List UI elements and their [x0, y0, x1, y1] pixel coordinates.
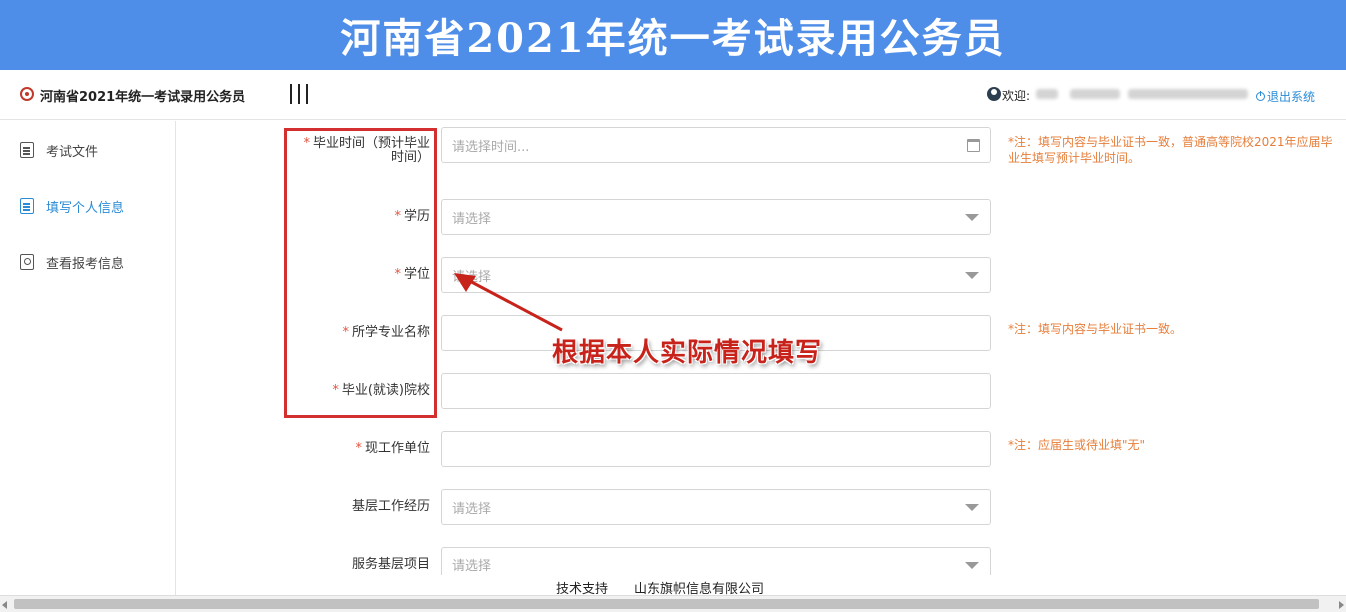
- power-icon: [1256, 91, 1265, 101]
- menu-bar-icon: [306, 84, 308, 104]
- document-icon: [20, 142, 34, 158]
- sidebar: 考试文件 填写个人信息 查看报考信息: [0, 121, 176, 595]
- select-value: 请选择: [452, 559, 492, 574]
- education-select[interactable]: 请选择: [441, 199, 991, 235]
- highlight-box: [284, 128, 437, 418]
- chevron-down-icon: [965, 214, 979, 221]
- view-info-icon: [20, 254, 34, 270]
- annotation-arrow-icon: [454, 273, 563, 332]
- graduation-note: *注：填写内容与毕业证书一致，普通高等院校2021年应届毕业生填写预计毕业时间。: [1008, 135, 1333, 165]
- redacted-user-info: [1036, 89, 1058, 99]
- sidebar-item-exam-documents[interactable]: 考试文件: [20, 139, 98, 161]
- redacted-user-info: [1070, 89, 1120, 99]
- app-title: 河南省2021年统一考试录用公务员: [40, 90, 246, 105]
- select-value: 请选择: [452, 501, 492, 517]
- scroll-left-icon[interactable]: [2, 601, 7, 609]
- select-value: 请选择: [452, 211, 492, 227]
- graduation-time-picker[interactable]: 请选择时间...: [441, 127, 991, 163]
- emblem-icon: [20, 87, 34, 101]
- welcome-label: 欢迎:: [1002, 89, 1031, 103]
- school-input[interactable]: [441, 373, 991, 409]
- top-banner: 河南省2021年统一考试录用公务员: [0, 0, 1346, 70]
- sidebar-item-view-application[interactable]: 查看报考信息: [20, 251, 124, 273]
- logout-link[interactable]: 退出系统: [1256, 88, 1315, 105]
- chevron-down-icon: [965, 562, 979, 569]
- grassroots-experience-select[interactable]: 请选择: [441, 489, 991, 525]
- banner-title: 河南省2021年统一考试录用公务员: [340, 15, 1006, 62]
- top-bar: 河南省2021年统一考试录用公务员 欢迎: 退出系统: [0, 70, 1346, 120]
- menu-bar-icon: [298, 84, 300, 104]
- edit-form-icon: [20, 198, 34, 214]
- employer-note: *注：应届生或待业填"无": [1008, 438, 1146, 452]
- annotation-text: 根据本人实际情况填写: [552, 338, 823, 368]
- chevron-down-icon: [965, 504, 979, 511]
- chevron-down-icon: [965, 272, 979, 279]
- user-icon: [987, 87, 1001, 101]
- major-note: *注：填写内容与毕业证书一致。: [1008, 322, 1183, 336]
- label-text: 现工作单位: [364, 441, 430, 456]
- sidebar-item-personal-info[interactable]: 填写个人信息: [20, 195, 124, 217]
- horizontal-scrollbar[interactable]: [0, 595, 1346, 612]
- required-mark: *: [355, 441, 362, 456]
- menu-toggle-button[interactable]: [290, 84, 308, 104]
- redacted-user-info: [1128, 89, 1248, 99]
- scroll-right-icon[interactable]: [1339, 601, 1344, 609]
- grassroots-project-select[interactable]: 请选择: [441, 547, 991, 575]
- placeholder-text: 请选择时间...: [452, 139, 530, 155]
- logout-label: 退出系统: [1267, 90, 1316, 104]
- grassroots-project-label: 服务基层项目: [351, 557, 430, 572]
- menu-bar-icon: [290, 84, 292, 104]
- grassroots-experience-label: 基层工作经历: [351, 499, 430, 514]
- scrollbar-thumb[interactable]: [14, 599, 1319, 609]
- calendar-icon: [967, 139, 980, 152]
- sidebar-item-label: 考试文件: [46, 144, 99, 160]
- sidebar-item-label: 查看报考信息: [46, 256, 125, 272]
- employer-input[interactable]: [441, 431, 991, 467]
- sidebar-item-label: 填写个人信息: [46, 200, 125, 216]
- employer-label: * 现工作单位: [240, 442, 430, 456]
